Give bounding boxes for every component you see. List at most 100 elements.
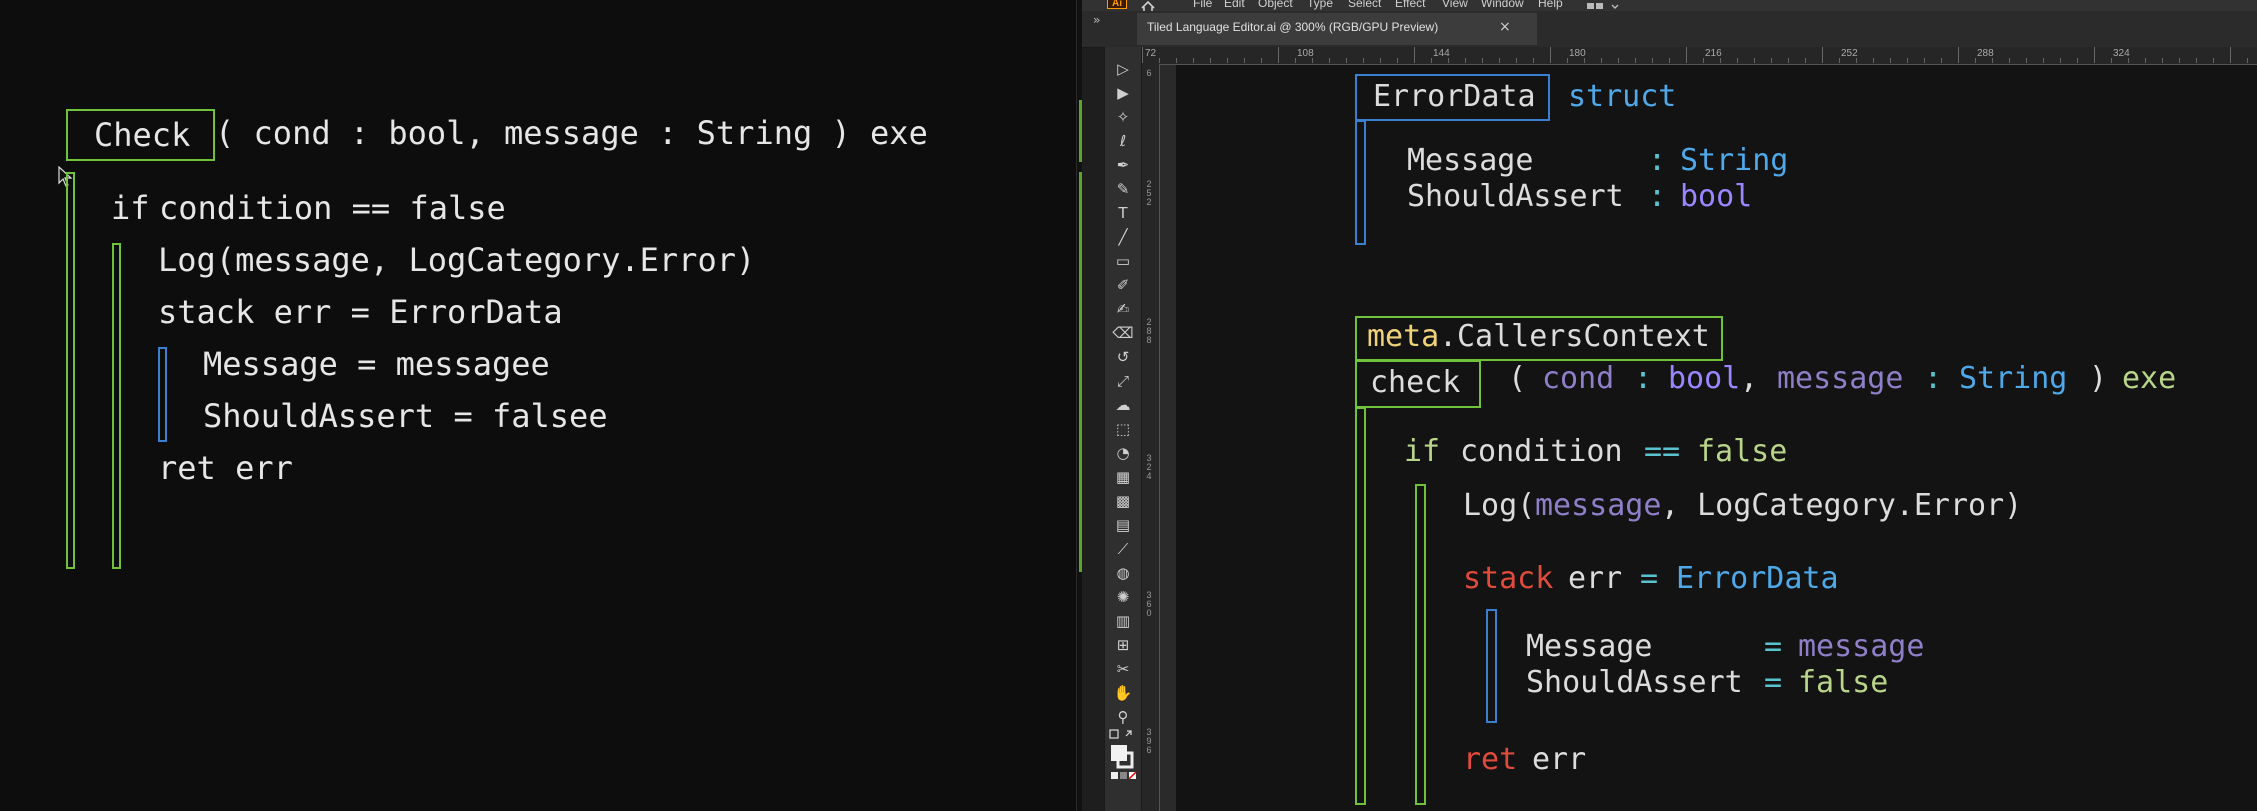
menu-help[interactable]: Help bbox=[1538, 0, 1563, 10]
ruler-tick bbox=[1533, 58, 1534, 63]
if-body-bar[interactable] bbox=[1415, 484, 1426, 805]
perspective-grid-tool-icon[interactable]: ▦ bbox=[1110, 467, 1136, 487]
column-graph-tool-icon[interactable]: ▥ bbox=[1110, 611, 1136, 631]
meta-prefix: meta bbox=[1367, 319, 1440, 354]
ruler-tick bbox=[1669, 58, 1670, 63]
function-params: ( cond : bool, message : String ) exe bbox=[215, 114, 928, 152]
selection-tool-icon[interactable]: ▷ bbox=[1110, 59, 1136, 79]
sig-colon: : bbox=[1634, 361, 1653, 396]
assign-op: = bbox=[1764, 629, 1783, 664]
if-body-bar[interactable] bbox=[112, 243, 121, 569]
rectangle-tool-icon[interactable]: ▭ bbox=[1110, 251, 1136, 271]
document-tab[interactable]: Tiled Language Editor.ai @ 300% (RGB/GPU… bbox=[1137, 13, 1537, 45]
app-logo[interactable]: Ai bbox=[1107, 0, 1127, 9]
gradient-tool-icon[interactable]: ▤ bbox=[1110, 515, 1136, 535]
ruler-tick bbox=[1958, 47, 1959, 63]
menu-type[interactable]: Type bbox=[1307, 0, 1333, 10]
assign-message-val: message bbox=[1798, 629, 1925, 664]
shape-builder-tool-icon[interactable]: ◔ bbox=[1110, 443, 1136, 463]
ruler-tick bbox=[1635, 58, 1636, 63]
struct-keyword: struct bbox=[1568, 79, 1677, 114]
field-message-name: Message bbox=[1407, 143, 1534, 178]
struct-init-bar[interactable] bbox=[1486, 609, 1497, 723]
menu-window[interactable]: Window bbox=[1481, 0, 1524, 10]
hand-tool-icon[interactable]: ✋ bbox=[1110, 683, 1136, 703]
menu-view[interactable]: View bbox=[1442, 0, 1468, 10]
ruler-tick bbox=[1601, 58, 1602, 63]
lasso-tool-icon[interactable]: ℓ bbox=[1110, 131, 1136, 151]
menu-bar: Ai File Edit Object Type Select Effect V… bbox=[1082, 0, 2257, 14]
if-value: false bbox=[1697, 434, 1788, 469]
menu-effect[interactable]: Effect bbox=[1395, 0, 1425, 10]
symbol-sprayer-tool-icon[interactable]: ✺ bbox=[1110, 587, 1136, 607]
artboard-tool-icon[interactable]: ⊞ bbox=[1110, 635, 1136, 655]
vertical-ruler[interactable]: 6 2 5 2 2 8 8 3 2 4 3 6 0 3 9 6 bbox=[1142, 64, 1160, 811]
param-cond-type: bool bbox=[1668, 361, 1741, 396]
ruler-tick bbox=[1516, 58, 1517, 63]
struct-init-bar[interactable] bbox=[158, 347, 167, 442]
ruler-tick bbox=[2060, 58, 2061, 63]
stack-line: stack err = ErrorData bbox=[158, 293, 563, 331]
stack-keyword: stack bbox=[1463, 561, 1554, 596]
close-tab-icon[interactable]: × bbox=[1499, 19, 1511, 35]
ruler-tick bbox=[2128, 58, 2129, 63]
paintbrush-tool-icon[interactable]: ✐ bbox=[1110, 275, 1136, 295]
ruler-tick bbox=[1941, 58, 1942, 63]
ruler-tick bbox=[2230, 47, 2231, 63]
ruler-tick bbox=[1856, 58, 1857, 63]
field-message-type: String bbox=[1680, 143, 1789, 178]
ruler-tick bbox=[1346, 58, 1347, 63]
function-body-bar[interactable] bbox=[1355, 407, 1366, 805]
menu-object[interactable]: Object bbox=[1258, 0, 1293, 10]
log-rest: , LogCategory.Error) bbox=[1661, 488, 2023, 523]
rotate-tool-icon[interactable]: ↺ bbox=[1110, 347, 1136, 367]
menu-file[interactable]: File bbox=[1193, 0, 1212, 10]
warp-tool-icon[interactable]: ☁ bbox=[1110, 395, 1136, 415]
line-tool-icon[interactable]: ╱ bbox=[1110, 227, 1136, 247]
canvas-edge bbox=[1160, 65, 1176, 811]
ruler-tick bbox=[1890, 58, 1891, 63]
shaper-tool-icon[interactable]: ✍ bbox=[1110, 299, 1136, 319]
mesh-tool-icon[interactable]: ▩ bbox=[1110, 491, 1136, 511]
ruler-tick bbox=[2009, 58, 2010, 63]
magic-wand-tool-icon[interactable]: ✧ bbox=[1110, 107, 1136, 127]
struct-body-bar[interactable] bbox=[1355, 120, 1366, 245]
assign-op: = bbox=[1764, 665, 1783, 700]
free-transform-tool-icon[interactable]: ⬚ bbox=[1110, 419, 1136, 439]
ruler-tick bbox=[1720, 58, 1721, 63]
zoom-tool-icon[interactable]: ⚲ bbox=[1110, 707, 1136, 727]
ruler-tick bbox=[1924, 58, 1925, 63]
menu-select[interactable]: Select bbox=[1348, 0, 1381, 10]
function-body-bar[interactable] bbox=[66, 172, 75, 569]
horizontal-ruler[interactable]: 72 108 144 180 216 252 288 324 bbox=[1142, 47, 2257, 65]
sig-close-paren: ) bbox=[2089, 361, 2108, 396]
ruler-tick bbox=[2026, 58, 2027, 63]
direct-selection-tool-icon[interactable]: ▶ bbox=[1110, 83, 1136, 103]
eyedropper-tool-icon[interactable]: ⟋ bbox=[1110, 539, 1136, 559]
panel-collapse-icon[interactable]: » bbox=[1093, 13, 1100, 27]
ruler-tick bbox=[1771, 58, 1772, 63]
eraser-tool-icon[interactable]: ⌫ bbox=[1110, 323, 1136, 343]
pen-tool-icon[interactable]: ✒ bbox=[1110, 155, 1136, 175]
tools-panel: » ▷ ▶ ✧ ℓ ✒ ✎ T ╱ ▭ ✐ ✍ ⌫ ↺ ⤢ ☁ ⬚ ◔ ▦ ▩ ▤ ⟋ ◍ ✺ ▥ ⊞ ✂ ✋ ⚲ bbox=[1093, 13, 1142, 811]
curvature-tool-icon[interactable]: ✎ bbox=[1110, 179, 1136, 199]
ruler-tick bbox=[2111, 58, 2112, 63]
left-code-pane: Check ( cond : bool, message : String ) … bbox=[0, 0, 1076, 811]
menu-edit[interactable]: Edit bbox=[1224, 0, 1245, 10]
ruler-tick bbox=[1278, 47, 1279, 63]
artboard-canvas[interactable]: ErrorData struct Message : String Should… bbox=[1160, 65, 2257, 811]
slice-tool-icon[interactable]: ✂ bbox=[1110, 659, 1136, 679]
ret-keyword: ret bbox=[1463, 742, 1518, 777]
ruler-tick bbox=[1482, 58, 1483, 63]
type-tool-icon[interactable]: T bbox=[1110, 203, 1136, 223]
fill-stroke-swatch-icon[interactable] bbox=[1109, 729, 1137, 785]
field-colon: : bbox=[1648, 143, 1667, 178]
ruler-tick bbox=[1822, 47, 1823, 63]
scale-tool-icon[interactable]: ⤢ bbox=[1110, 371, 1136, 391]
ruler-tick bbox=[1176, 58, 1177, 63]
if-keyword: if bbox=[111, 189, 150, 227]
param-message-type: String bbox=[1959, 361, 2068, 396]
ruler-label: 6 bbox=[1146, 68, 1152, 78]
blend-tool-icon[interactable]: ◍ bbox=[1110, 563, 1136, 583]
ruler-label: 3 6 0 bbox=[1146, 590, 1152, 618]
